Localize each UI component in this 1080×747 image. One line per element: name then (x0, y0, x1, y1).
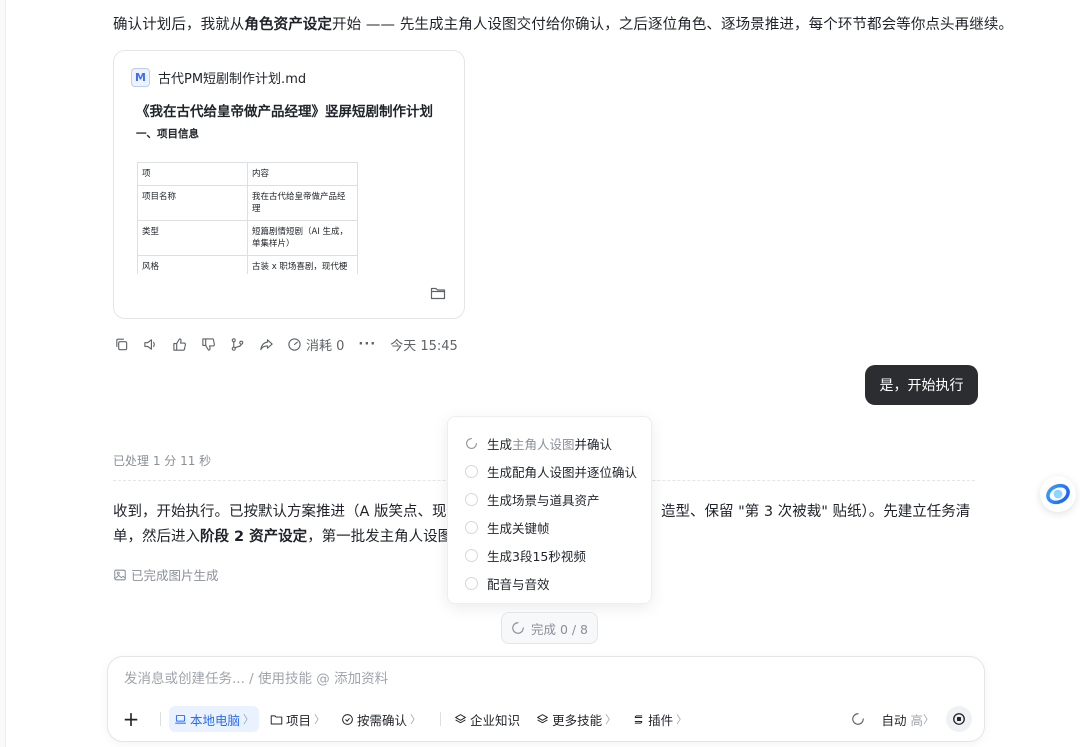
task-progress-button[interactable]: 完成 0 / 8 (501, 612, 598, 644)
thumbs-up-icon[interactable] (171, 336, 187, 352)
sidebar-edge (0, 0, 6, 747)
markdown-file-icon: M (131, 68, 150, 87)
thumbs-down-icon[interactable] (200, 336, 216, 352)
file-preview-card[interactable]: M 古代PM短剧制作计划.md 《我在古代给皇帝做产品经理》竖屏短剧制作计划 一… (113, 50, 465, 319)
document-section-heading: 一、项目信息 (136, 128, 199, 140)
image-icon (114, 569, 126, 580)
message-composer: + 本地电脑〉 项目〉 按需确认〉 企业知识 更多技能〉 插件〉 自动 (107, 656, 985, 742)
task-item: 生成配角人设图并逐位确认 (448, 457, 651, 485)
table-cell: 我在古代给皇帝做产品经理 (247, 185, 358, 221)
table-row: 类型 短篇剧情短剧（AI 生成，单集样片） (137, 220, 358, 256)
document-title: 《我在古代给皇帝做产品经理》竖屏短剧制作计划 (136, 104, 433, 120)
loading-spinner-icon (512, 622, 524, 634)
plugin-icon (634, 714, 643, 724)
task-item: 生成场景与道具资产 (448, 485, 651, 513)
share-icon[interactable] (258, 336, 274, 352)
confirm-mode-button[interactable]: 按需确认〉 (336, 706, 426, 732)
table-row: 项目名称 我在古代给皇帝做产品经理 (137, 185, 358, 221)
auto-level-label[interactable]: 高 (910, 710, 923, 729)
loading-spinner-icon (466, 437, 477, 449)
task-item: 配音与音效 (448, 569, 651, 597)
speaker-icon[interactable] (142, 336, 158, 352)
toolbar-divider (440, 712, 442, 726)
pending-circle-icon (465, 492, 478, 506)
auto-mode-label[interactable]: 自动 (881, 710, 906, 729)
table-header-cell: 内容 (247, 162, 358, 186)
table-header-cell: 项 (137, 162, 248, 186)
stop-icon (953, 713, 965, 725)
task-item: 生成 主角人设图 并确认 (448, 429, 651, 457)
table-cell: 类型 (137, 220, 248, 256)
task-item: 生成关键帧 (448, 513, 651, 541)
table-cell: 项目名称 (137, 185, 248, 221)
consume-indicator[interactable]: 消耗 0 (287, 335, 344, 354)
consume-label: 消耗 0 (306, 338, 345, 354)
pending-circle-icon (465, 548, 478, 562)
processed-duration[interactable]: 已处理 1 分 11 秒 (113, 452, 211, 469)
more-skills-button[interactable]: 更多技能〉 (531, 706, 621, 732)
enterprise-knowledge-button[interactable]: 企业知识 (449, 706, 525, 732)
open-folder-icon[interactable] (430, 285, 446, 301)
check-shield-icon (342, 713, 353, 725)
file-header: M 古代PM短剧制作计划.md (131, 68, 306, 87)
table-row: 风格 古装 x 职场喜剧，现代梗 (137, 255, 358, 274)
intro-bold: 角色资产设定 (244, 17, 333, 33)
task-item: 生成3段15秒视频 (448, 541, 651, 569)
pending-circle-icon (465, 576, 478, 590)
project-button[interactable]: 项目〉 (265, 706, 330, 732)
pending-circle-icon (465, 464, 478, 478)
table-cell: 风格 (137, 255, 248, 274)
chevron-right-icon: 〉 (923, 713, 934, 726)
message-timestamp: 今天 15:45 (390, 338, 458, 354)
image-generation-status[interactable]: 已完成图片生成 (113, 565, 219, 584)
layers-icon (537, 713, 548, 723)
loading-spinner-icon (852, 713, 865, 725)
document-table: 项 内容 项目名称 我在古代给皇帝做产品经理 类型 短篇剧情短剧（AI 生成，单… (137, 162, 358, 274)
table-cell: 短篇剧情短剧（AI 生成，单集样片） (247, 220, 358, 256)
image-generation-label: 已完成图片生成 (131, 568, 219, 583)
progress-label: 完成 0 / 8 (530, 621, 589, 637)
branch-icon[interactable] (229, 336, 245, 352)
toolbar-divider (160, 712, 161, 726)
assistant-logo-icon[interactable] (1040, 476, 1076, 512)
table-header-row: 项 内容 (137, 162, 358, 186)
copy-icon[interactable] (113, 336, 129, 352)
layers-icon (455, 713, 466, 723)
laptop-icon (175, 714, 186, 724)
add-button[interactable]: + (120, 708, 142, 730)
local-computer-button[interactable]: 本地电脑〉 (169, 706, 260, 732)
pending-circle-icon (465, 520, 478, 534)
file-name: 古代PM短剧制作计划.md (158, 72, 307, 87)
user-message-bubble: 是，开始执行 (865, 365, 978, 405)
stop-button[interactable] (946, 706, 972, 732)
gauge-icon (288, 337, 301, 351)
task-list-popover: 生成 主角人设图 并确认 生成配角人设图并逐位确认 生成场景与道具资产 生成关键帧 … (447, 416, 652, 604)
message-actions: 消耗 0 ··· 今天 15:45 (113, 334, 458, 354)
folder-icon (270, 714, 283, 724)
reply-bold: 阶段 2 资产设定 (200, 529, 308, 545)
intro-text: 确认计划后，我就从角色资产设定开始 —— 先生成主角人设图交付给你确认，之后逐位… (113, 17, 1014, 33)
composer-toolbar: + 本地电脑〉 项目〉 按需确认〉 企业知识 更多技能〉 插件〉 (120, 706, 698, 732)
message-input[interactable] (124, 671, 964, 687)
table-cell: 古装 x 职场喜剧，现代梗 (247, 255, 358, 274)
plugins-button[interactable]: 插件〉 (627, 706, 692, 732)
composer-right-tools: 自动 高 〉 (851, 706, 972, 732)
more-options-icon[interactable]: ··· (358, 337, 376, 352)
